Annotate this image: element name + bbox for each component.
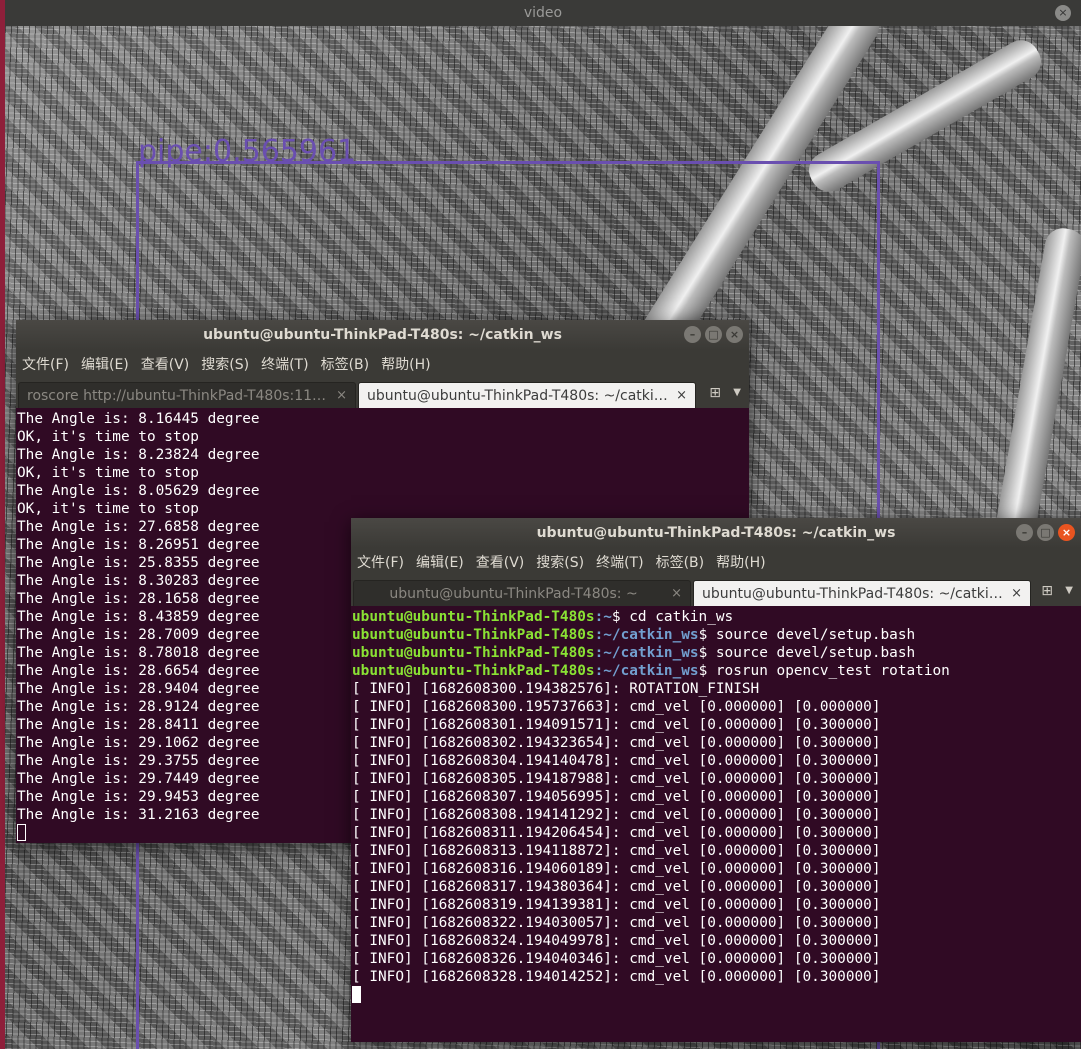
menu-bar: 文件(F) 编辑(E) 查看(V) 搜索(S) 终端(T) 标签(B) 帮助(H… bbox=[16, 350, 749, 378]
menu-bar: 文件(F) 编辑(E) 查看(V) 搜索(S) 终端(T) 标签(B) 帮助(H… bbox=[351, 548, 1081, 576]
menu-search[interactable]: 搜索(S) bbox=[536, 552, 584, 572]
prompt-path: :~ bbox=[594, 609, 612, 625]
log-line: [ INFO] [1682608313.194118872]: cmd_vel … bbox=[352, 843, 881, 859]
log-line: [ INFO] [1682608301.194091571]: cmd_vel … bbox=[352, 717, 881, 733]
tab-label: ubuntu@ubuntu-ThinkPad-T480s: ~/catkin_w… bbox=[702, 585, 1006, 602]
close-icon[interactable]: × bbox=[1011, 586, 1022, 601]
detection-label: pipe:0.565961 bbox=[138, 134, 357, 169]
menu-tabs[interactable]: 标签(B) bbox=[321, 354, 370, 374]
prompt-path: :~/catkin_ws bbox=[594, 645, 699, 661]
menu-edit[interactable]: 编辑(E) bbox=[416, 552, 464, 572]
tab-bar: ubuntu@ubuntu-ThinkPad-T480s: ~ × ubuntu… bbox=[351, 576, 1081, 606]
maximize-icon[interactable]: □ bbox=[1037, 524, 1054, 541]
prompt-user: ubuntu@ubuntu-ThinkPad-T480s bbox=[352, 645, 595, 661]
menu-tabs[interactable]: 标签(B) bbox=[656, 552, 705, 572]
log-line: [ INFO] [1682608302.194323654]: cmd_vel … bbox=[352, 735, 881, 751]
tab-catkin-ws[interactable]: ubuntu@ubuntu-ThinkPad-T480s: ~/catkin_w… bbox=[358, 382, 696, 408]
terminal-output[interactable]: ubuntu@ubuntu-ThinkPad-T480s:~$ cd catki… bbox=[351, 606, 1081, 1004]
prompt-path: :~/catkin_ws bbox=[594, 627, 699, 643]
log-line: [ INFO] [1682608326.194040346]: cmd_vel … bbox=[352, 951, 881, 967]
cursor-line bbox=[352, 986, 1081, 1004]
text-cursor bbox=[17, 824, 26, 841]
prompt-path: :~/catkin_ws bbox=[594, 663, 699, 679]
tab-label: ubuntu@ubuntu-ThinkPad-T480s: ~/catkin_w… bbox=[367, 387, 671, 404]
prompt-command: $ source devel/setup.bash bbox=[698, 645, 916, 661]
output-line: OK, it's time to stop bbox=[17, 465, 199, 481]
tab-roscore[interactable]: roscore http://ubuntu-ThinkPad-T480s:113… bbox=[18, 382, 356, 408]
prompt-line: ubuntu@ubuntu-ThinkPad-T480s:~/catkin_ws… bbox=[352, 626, 1081, 644]
log-line: [ INFO] [1682608307.194056995]: cmd_vel … bbox=[352, 789, 881, 805]
log-line: [ INFO] [1682608319.194139381]: cmd_vel … bbox=[352, 897, 881, 913]
log-line: [ INFO] [1682608324.194049978]: cmd_vel … bbox=[352, 933, 881, 949]
menu-help[interactable]: 帮助(H) bbox=[716, 552, 765, 572]
log-line: [ INFO] [1682608300.195737663]: cmd_vel … bbox=[352, 699, 881, 715]
new-tab-icon[interactable]: ⊞ bbox=[1041, 583, 1053, 599]
maximize-icon[interactable]: □ bbox=[705, 326, 722, 343]
menu-terminal[interactable]: 终端(T) bbox=[261, 354, 308, 374]
terminal-titlebar[interactable]: ubuntu@ubuntu-ThinkPad-T480s: ~/catkin_w… bbox=[16, 320, 749, 350]
menu-help[interactable]: 帮助(H) bbox=[381, 354, 430, 374]
log-line: [ INFO] [1682608328.194014252]: cmd_vel … bbox=[352, 969, 881, 985]
log-line: [ INFO] [1682608304.194140478]: cmd_vel … bbox=[352, 753, 881, 769]
tab-label: ubuntu@ubuntu-ThinkPad-T480s: ~ bbox=[389, 585, 638, 602]
minimize-icon[interactable]: – bbox=[684, 326, 701, 343]
close-icon[interactable]: × bbox=[676, 388, 687, 403]
prompt-command: $ cd catkin_ws bbox=[611, 609, 734, 625]
output-line: The Angle is: 8.16445 degree bbox=[17, 411, 260, 427]
text-cursor bbox=[352, 986, 361, 1003]
menu-file[interactable]: 文件(F) bbox=[22, 354, 69, 374]
close-icon[interactable]: × bbox=[726, 326, 743, 343]
terminal-window-ros[interactable]: ubuntu@ubuntu-ThinkPad-T480s: ~/catkin_w… bbox=[351, 518, 1081, 1042]
output-line: The Angle is: 8.23824 degree bbox=[17, 447, 260, 463]
prompt-command: $ source devel/setup.bash bbox=[698, 627, 916, 643]
close-icon[interactable]: × bbox=[671, 586, 682, 601]
log-line: [ INFO] [1682608300.194382576]: ROTATION… bbox=[352, 681, 760, 697]
log-line: [ INFO] [1682608311.194206454]: cmd_vel … bbox=[352, 825, 881, 841]
tab-label: roscore http://ubuntu-ThinkPad-T480s:113… bbox=[27, 387, 331, 404]
prompt-user: ubuntu@ubuntu-ThinkPad-T480s bbox=[352, 627, 595, 643]
output-line: OK, it's time to stop bbox=[17, 429, 199, 445]
new-tab-icon[interactable]: ⊞ bbox=[709, 385, 721, 401]
menu-terminal[interactable]: 终端(T) bbox=[596, 552, 643, 572]
tab-bar: roscore http://ubuntu-ThinkPad-T480s:113… bbox=[16, 378, 749, 408]
prompt-user: ubuntu@ubuntu-ThinkPad-T480s bbox=[352, 663, 595, 679]
menu-edit[interactable]: 编辑(E) bbox=[81, 354, 129, 374]
prompt-line: ubuntu@ubuntu-ThinkPad-T480s:~$ cd catki… bbox=[352, 608, 1081, 626]
menu-view[interactable]: 查看(V) bbox=[141, 354, 190, 374]
minimize-icon[interactable]: – bbox=[1016, 524, 1033, 541]
close-icon[interactable]: × bbox=[1058, 524, 1075, 541]
menu-file[interactable]: 文件(F) bbox=[357, 552, 404, 572]
log-line: [ INFO] [1682608308.194141292]: cmd_vel … bbox=[352, 807, 881, 823]
prompt-line: ubuntu@ubuntu-ThinkPad-T480s:~/catkin_ws… bbox=[352, 662, 1081, 680]
output-line: The Angle is: 8.05629 degree bbox=[17, 483, 260, 499]
prompt-user: ubuntu@ubuntu-ThinkPad-T480s bbox=[352, 609, 595, 625]
video-title: video bbox=[523, 5, 563, 21]
log-line: [ INFO] [1682608322.194030057]: cmd_vel … bbox=[352, 915, 881, 931]
prompt-command: $ rosrun opencv_test rotation bbox=[698, 663, 950, 679]
video-titlebar[interactable]: video × bbox=[5, 0, 1081, 26]
terminal-title: ubuntu@ubuntu-ThinkPad-T480s: ~/catkin_w… bbox=[203, 327, 562, 343]
terminal-title: ubuntu@ubuntu-ThinkPad-T480s: ~/catkin_w… bbox=[536, 525, 896, 541]
output-line: OK, it's time to stop bbox=[17, 501, 199, 517]
prompt-line: ubuntu@ubuntu-ThinkPad-T480s:~/catkin_ws… bbox=[352, 644, 1081, 662]
chevron-down-icon[interactable]: ▼ bbox=[733, 387, 741, 398]
close-icon[interactable]: × bbox=[336, 388, 347, 403]
tab-home[interactable]: ubuntu@ubuntu-ThinkPad-T480s: ~ × bbox=[353, 580, 691, 606]
log-line: [ INFO] [1682608316.194060189]: cmd_vel … bbox=[352, 861, 881, 877]
tab-catkin-ws[interactable]: ubuntu@ubuntu-ThinkPad-T480s: ~/catkin_w… bbox=[693, 580, 1031, 606]
menu-search[interactable]: 搜索(S) bbox=[201, 354, 249, 374]
close-icon[interactable]: × bbox=[1055, 5, 1071, 21]
log-line: [ INFO] [1682608305.194187988]: cmd_vel … bbox=[352, 771, 881, 787]
menu-view[interactable]: 查看(V) bbox=[476, 552, 525, 572]
terminal-titlebar[interactable]: ubuntu@ubuntu-ThinkPad-T480s: ~/catkin_w… bbox=[351, 518, 1081, 548]
log-line: [ INFO] [1682608317.194380364]: cmd_vel … bbox=[352, 879, 881, 895]
chevron-down-icon[interactable]: ▼ bbox=[1065, 585, 1073, 596]
